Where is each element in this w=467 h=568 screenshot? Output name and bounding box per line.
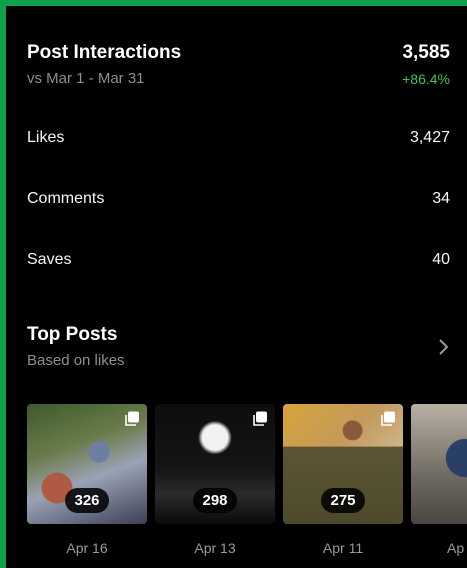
post-date: Apr 16 — [66, 540, 108, 556]
post-image[interactable]: 326 — [27, 404, 147, 524]
change-percent: +86.4% — [402, 70, 450, 87]
metric-row-likes: Likes 3,427 — [27, 129, 450, 147]
post-image[interactable]: 275 — [283, 404, 403, 524]
metric-label: Likes — [27, 129, 65, 146]
chevron-right-icon[interactable] — [438, 338, 450, 360]
metric-row-saves: Saves 40 — [27, 251, 450, 269]
post-date: Apr 11 — [322, 540, 364, 556]
post-date: Ap — [447, 540, 465, 556]
post-thumbnail[interactable]: 298 Apr 13 — [155, 404, 275, 556]
metric-value: 34 — [432, 190, 450, 207]
post-thumbnail[interactable]: 326 Apr 16 — [27, 404, 147, 556]
comparison-period: vs Mar 1 - Mar 31 — [27, 70, 145, 87]
post-image[interactable]: 298 — [155, 404, 275, 524]
top-posts-subtitle: Based on likes — [27, 352, 125, 369]
top-posts-carousel[interactable]: 326 Apr 16 298 Apr 13 275 Apr 11 27 Ap — [27, 404, 467, 564]
metric-label: Comments — [27, 190, 105, 207]
post-date: Apr 13 — [194, 540, 236, 556]
top-posts-title: Top Posts — [27, 324, 118, 345]
metric-value: 40 — [432, 251, 450, 268]
post-thumbnail[interactable]: 27 Ap — [411, 404, 467, 556]
likes-count-badge: 275 — [321, 488, 365, 513]
carousel-icon — [381, 411, 395, 426]
top-posts-header[interactable]: Top Posts Based on likes — [27, 324, 450, 369]
metric-label: Saves — [27, 251, 72, 268]
interactions-header: Post Interactions 3,585 — [27, 42, 450, 64]
likes-count-badge: 326 — [65, 488, 109, 513]
metric-value: 3,427 — [409, 129, 450, 146]
top-posts-heading: Top Posts Based on likes — [27, 324, 125, 369]
metric-row-comments: Comments 34 — [27, 190, 450, 208]
carousel-icon — [125, 411, 139, 426]
interactions-total: 3,585 — [402, 42, 450, 63]
interactions-title: Post Interactions — [27, 42, 182, 63]
post-image[interactable]: 27 — [411, 404, 467, 524]
carousel-icon — [253, 411, 267, 426]
likes-count-badge: 298 — [193, 488, 237, 513]
insights-screen: Post Interactions 3,585 vs Mar 1 - Mar 3… — [6, 6, 467, 568]
interactions-subheader: vs Mar 1 - Mar 31 +86.4% — [27, 70, 450, 87]
post-thumbnail[interactable]: 275 Apr 11 — [283, 404, 403, 556]
